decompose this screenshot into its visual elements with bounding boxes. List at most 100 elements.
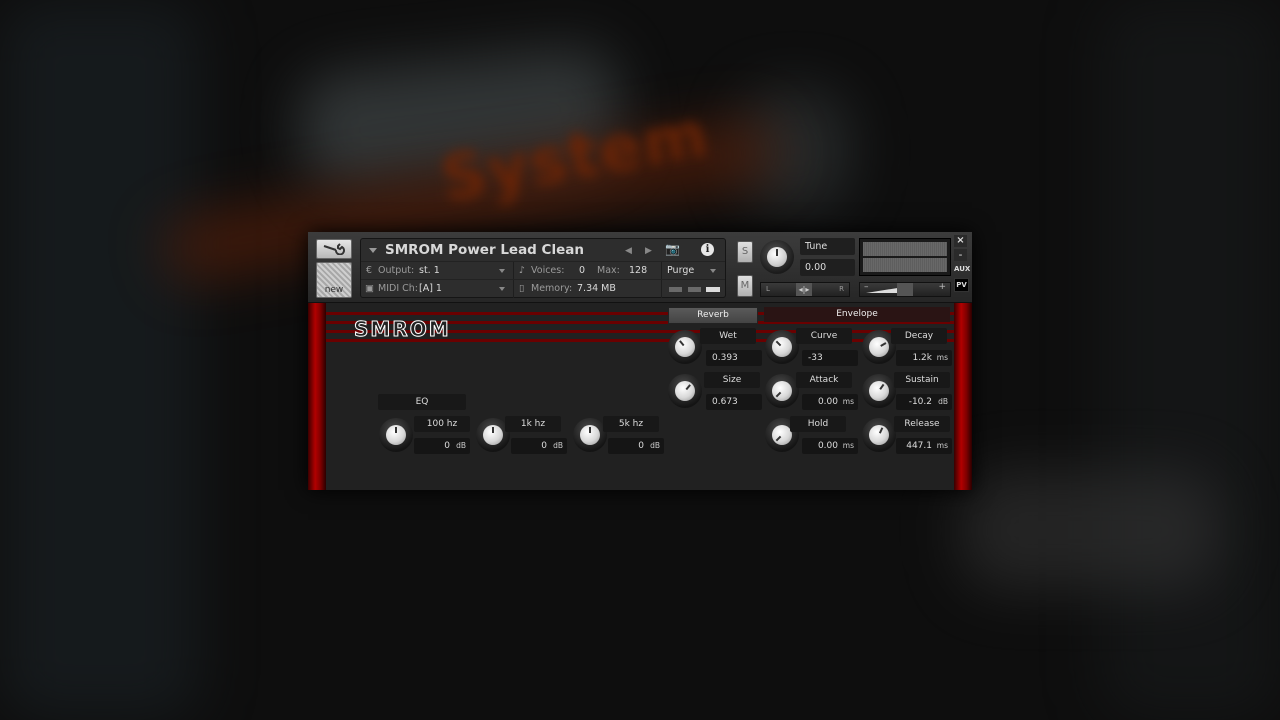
wet-value[interactable]: 0.393 xyxy=(706,350,762,366)
wet-knob[interactable] xyxy=(668,330,702,364)
effect-tabs: Reverb Envelope xyxy=(668,307,950,324)
hold-value[interactable]: 0.00 ms xyxy=(802,438,858,454)
midi-dropdown-icon[interactable] xyxy=(499,287,505,291)
info-icon[interactable]: i xyxy=(701,243,714,256)
wrench-icon xyxy=(323,243,345,255)
output-icon: € xyxy=(366,265,373,276)
next-instrument-icon[interactable]: ▶ xyxy=(645,246,652,256)
meter-right-channel xyxy=(863,258,947,272)
curve-knob[interactable] xyxy=(765,330,799,364)
pan-left-label: L xyxy=(766,285,770,293)
pan-slider[interactable]: L ◂|▸ R xyxy=(760,282,850,297)
decay-value[interactable]: 1.2k ms xyxy=(896,350,952,366)
pan-right-label: R xyxy=(839,285,844,293)
decay-label: Decay xyxy=(891,328,947,344)
midi-memory-row: ▣ MIDI Ch: [A] 1 ▯ Memory: 7.34 MB xyxy=(361,279,725,298)
cpu-indicator-1 xyxy=(669,287,682,292)
eq-label: EQ xyxy=(378,394,466,410)
pv-button[interactable]: PV xyxy=(954,278,969,292)
instrument-menu-arrow-icon[interactable] xyxy=(369,248,377,253)
size-value-text: 0.673 xyxy=(712,397,738,407)
wet-label: Wet xyxy=(700,328,756,344)
volume-slider[interactable]: – + xyxy=(859,282,951,297)
volume-minus: – xyxy=(864,282,869,292)
curve-value[interactable]: -33 xyxy=(802,350,858,366)
meter-left-channel xyxy=(863,242,947,256)
size-knob[interactable] xyxy=(668,374,702,408)
max-label: Max: xyxy=(597,265,620,276)
instrument-name[interactable]: SMROM Power Lead Clean xyxy=(385,242,584,258)
eq-1khz-unit: dB xyxy=(553,441,563,450)
eq-100hz-value[interactable]: 0 dB xyxy=(414,438,470,454)
tab-envelope[interactable]: Envelope xyxy=(764,307,950,322)
eq-100hz-value-text: 0 xyxy=(444,441,450,451)
sustain-label: Sustain xyxy=(894,372,950,388)
eq-5khz-label: 5k hz xyxy=(603,416,659,432)
eq-100hz-knob[interactable] xyxy=(379,418,413,452)
memory-value: 7.34 MB xyxy=(577,283,616,294)
eq-1khz-label: 1k hz xyxy=(505,416,561,432)
kontakt-instrument-window: new SMROM Power Lead Clean ◀ ▶ 📷 i € Out… xyxy=(308,232,972,490)
tune-value[interactable]: 0.00 xyxy=(800,259,855,276)
release-label: Release xyxy=(894,416,950,432)
volume-handle[interactable] xyxy=(897,283,913,296)
eq-1khz-value-text: 0 xyxy=(541,441,547,451)
sustain-unit: dB xyxy=(938,397,948,406)
instrument-info-box: SMROM Power Lead Clean ◀ ▶ 📷 i € Output:… xyxy=(360,238,726,298)
max-voices-value[interactable]: 128 xyxy=(629,265,647,276)
hold-unit: ms xyxy=(842,441,854,450)
edit-instrument-button[interactable] xyxy=(316,239,352,259)
release-value[interactable]: 447.1 ms xyxy=(896,438,952,454)
midi-channel-select[interactable]: [A] 1 xyxy=(419,283,442,294)
output-select[interactable]: st. 1 xyxy=(419,265,440,276)
output-label: Output: xyxy=(378,265,415,276)
purge-dropdown-icon[interactable] xyxy=(710,269,716,273)
attack-knob[interactable] xyxy=(765,374,799,408)
release-unit: ms xyxy=(936,441,948,450)
output-dropdown-icon[interactable] xyxy=(499,269,505,273)
midi-label: MIDI Ch: xyxy=(378,283,418,294)
cpu-indicator-3 xyxy=(706,287,720,292)
sustain-value[interactable]: -10.2 dB xyxy=(896,394,952,410)
eq-100hz-unit: dB xyxy=(456,441,466,450)
eq-5khz-knob[interactable] xyxy=(573,418,607,452)
release-knob[interactable] xyxy=(862,418,896,452)
eq-1khz-value[interactable]: 0 dB xyxy=(511,438,567,454)
purge-menu[interactable]: Purge xyxy=(667,265,694,276)
eq-5khz-value[interactable]: 0 dB xyxy=(608,438,664,454)
eq-100hz-label: 100 hz xyxy=(414,416,470,432)
camera-icon[interactable]: 📷 xyxy=(665,242,680,256)
solo-button[interactable]: S xyxy=(737,241,753,263)
new-label: new xyxy=(324,285,344,295)
aux-button[interactable]: AUX xyxy=(954,263,970,275)
close-button[interactable]: × xyxy=(954,235,967,247)
memory-icon: ▯ xyxy=(519,283,525,294)
instrument-panel: SMROM Reverb Envelope Wet 0.393 Size 0.6… xyxy=(308,303,972,490)
decay-unit: ms xyxy=(936,353,948,362)
decay-value-text: 1.2k xyxy=(912,353,932,363)
sustain-value-text: -10.2 xyxy=(908,397,932,407)
new-snapshot-button[interactable]: new xyxy=(316,262,352,298)
prev-instrument-icon[interactable]: ◀ xyxy=(625,246,632,256)
wet-value-text: 0.393 xyxy=(712,353,738,363)
hold-label: Hold xyxy=(790,416,846,432)
eq-5khz-value-text: 0 xyxy=(638,441,644,451)
tune-label: Tune xyxy=(800,238,855,255)
attack-value[interactable]: 0.00 ms xyxy=(802,394,858,410)
mute-button[interactable]: M xyxy=(737,275,753,297)
tune-knob[interactable] xyxy=(760,240,794,274)
tab-reverb[interactable]: Reverb xyxy=(668,307,758,324)
release-value-text: 447.1 xyxy=(906,441,932,451)
pan-handle[interactable]: ◂|▸ xyxy=(796,283,812,296)
voices-icon: ♪ xyxy=(519,265,526,276)
memory-label: Memory: xyxy=(531,283,573,294)
minimize-button[interactable]: – xyxy=(954,249,967,261)
voices-value: 0 xyxy=(579,265,586,276)
sustain-knob[interactable] xyxy=(862,374,896,408)
curve-value-text: -33 xyxy=(808,353,823,363)
hold-value-text: 0.00 xyxy=(817,441,838,451)
size-value[interactable]: 0.673 xyxy=(706,394,762,410)
cpu-indicator-2 xyxy=(688,287,701,292)
voices-label: Voices: xyxy=(531,265,565,276)
attack-value-text: 0.00 xyxy=(817,397,838,407)
